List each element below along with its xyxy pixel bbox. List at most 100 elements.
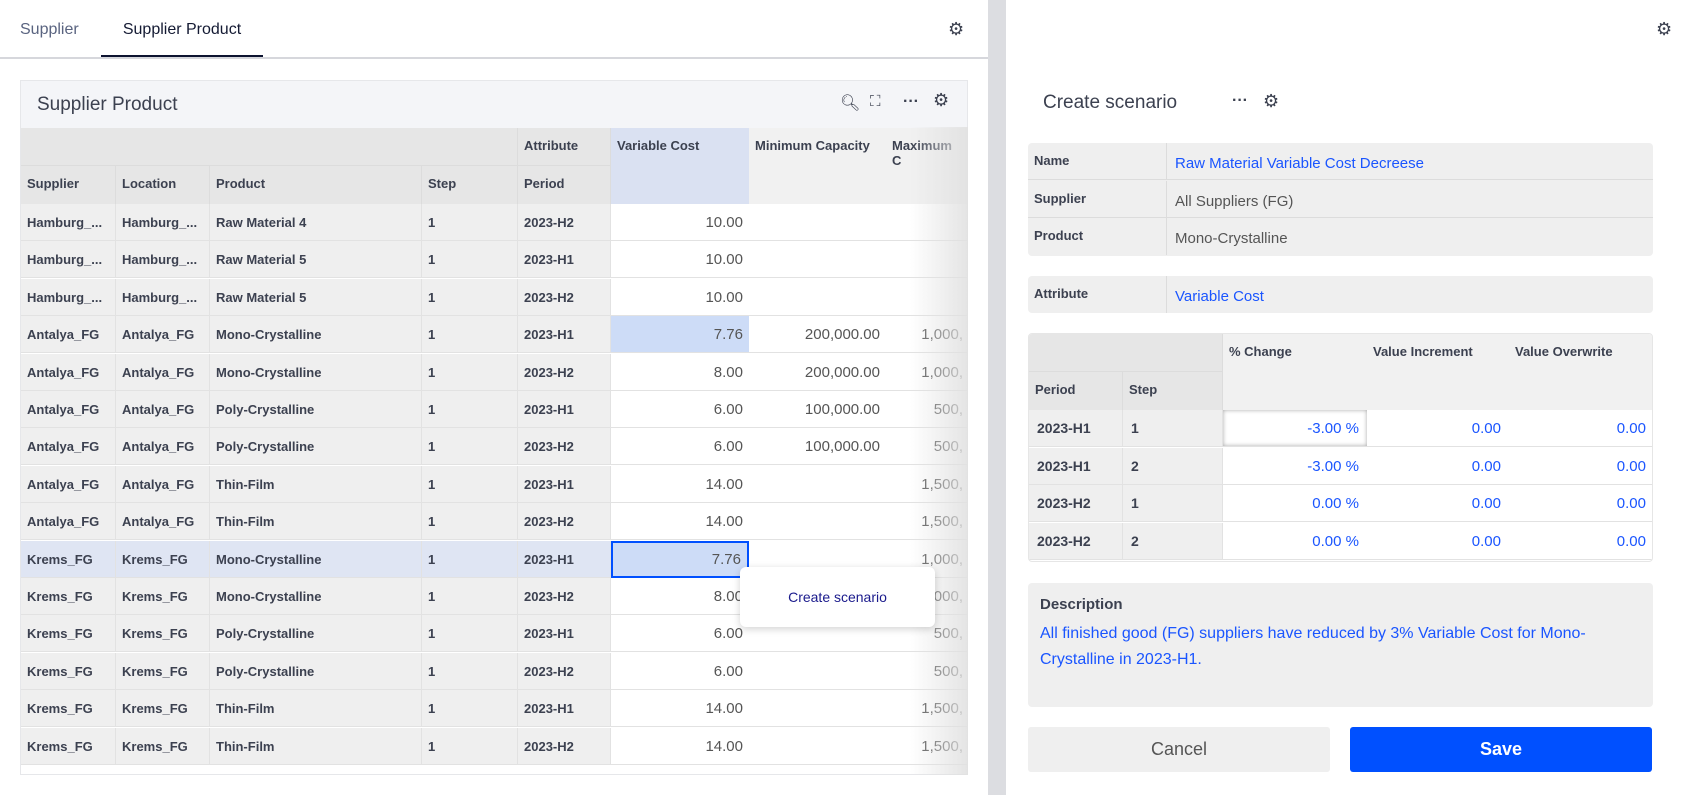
cell-variable-cost[interactable]: 7.76 [611, 540, 749, 578]
cancel-button[interactable]: Cancel [1028, 727, 1330, 772]
cell-variable-cost[interactable]: 7.76 [611, 316, 749, 354]
cell-variable-cost[interactable]: 10.00 [611, 204, 749, 241]
cell-variable-cost[interactable]: 10.00 [611, 241, 749, 279]
cell-minimum-capacity[interactable]: 100,000.00 [749, 391, 886, 428]
column-header-product[interactable]: Product [210, 166, 422, 204]
cell-variable-cost[interactable]: 14.00 [611, 503, 749, 541]
cell-variable-cost[interactable]: 14.00 [611, 727, 749, 765]
cell-step: 1 [422, 727, 518, 765]
cell-minimum-capacity[interactable] [749, 690, 886, 728]
cell-variable-cost[interactable]: 6.00 [611, 428, 749, 466]
cell-period: 2023-H1 [518, 316, 611, 354]
save-button[interactable]: Save [1350, 727, 1652, 772]
cell-period: 2023-H1 [518, 391, 611, 428]
description-text[interactable]: All finished good (FG) suppliers have re… [1040, 621, 1640, 673]
field-row-product: Product Mono-Crystalline [1028, 218, 1653, 256]
column-header-period[interactable]: Period [518, 166, 611, 204]
cell-product: Thin-Film [210, 503, 422, 541]
gear-icon[interactable]: ⚙ [933, 90, 949, 111]
cell-product: Thin-Film [210, 727, 422, 765]
cell-step: 1 [422, 241, 518, 279]
field-row-supplier: Supplier All Suppliers (FG) [1028, 180, 1653, 218]
column-header-step[interactable]: Step [422, 166, 518, 204]
cell-location: Krems_FG [116, 615, 210, 653]
cell-value-overwrite[interactable]: 0.00 [1509, 447, 1652, 485]
cell-percent-change[interactable]: -3.00 % [1223, 410, 1367, 447]
field-row-name: Name Raw Material Variable Cost Decreese [1028, 143, 1653, 180]
more-icon[interactable]: ··· [903, 93, 919, 111]
cell-location: Antalya_FG [116, 391, 210, 428]
cell-step: 1 [422, 428, 518, 466]
cell-supplier: Antalya_FG [21, 503, 116, 541]
cell-value-overwrite[interactable]: 0.00 [1509, 522, 1652, 560]
cell-period: 2023-H2 [518, 353, 611, 391]
cell-product: Mono-Crystalline [210, 353, 422, 391]
column-header-variable-cost[interactable]: Variable Cost [611, 128, 749, 204]
cell-variable-cost[interactable]: 8.00 [611, 353, 749, 391]
cell-minimum-capacity[interactable] [749, 204, 886, 241]
cell-value-increment[interactable]: 0.00 [1367, 410, 1509, 447]
more-icon[interactable]: ··· [1232, 92, 1248, 110]
cell-minimum-capacity[interactable] [749, 278, 886, 316]
scenario-fields: Name Raw Material Variable Cost Decreese S… [1028, 143, 1653, 256]
expand-icon[interactable]: ⛶ [870, 93, 881, 110]
cell-minimum-capacity[interactable] [749, 503, 886, 541]
cell-percent-change[interactable]: 0.00 % [1223, 485, 1367, 523]
cell-variable-cost[interactable]: 6.00 [611, 615, 749, 653]
search-icon[interactable]: 🔍︎ [840, 93, 860, 113]
cell-minimum-capacity[interactable]: 200,000.00 [749, 316, 886, 354]
context-menu-create-scenario[interactable]: Create scenario [740, 567, 935, 627]
cell-minimum-capacity[interactable] [749, 241, 886, 279]
cell-minimum-capacity[interactable] [749, 727, 886, 765]
column-header-period: Period [1029, 372, 1123, 410]
column-header-supplier[interactable]: Supplier [21, 166, 116, 204]
cell-variable-cost[interactable]: 14.00 [611, 465, 749, 503]
cell-value-increment[interactable]: 0.00 [1367, 447, 1509, 485]
cell-product: Mono-Crystalline [210, 578, 422, 615]
cell-location: Hamburg_... [116, 204, 210, 241]
cell-supplier: Antalya_FG [21, 316, 116, 354]
cell-product: Poly-Crystalline [210, 652, 422, 690]
cell-location: Antalya_FG [116, 465, 210, 503]
cell-variable-cost[interactable]: 6.00 [611, 652, 749, 690]
field-value[interactable]: All Suppliers (FG) [1166, 180, 1653, 217]
cell-period: 2023-H1 [1029, 410, 1123, 447]
cell-step: 1 [422, 204, 518, 241]
field-value[interactable]: Mono-Crystalline [1166, 218, 1653, 256]
column-header-location[interactable]: Location [116, 166, 210, 204]
field-value[interactable]: Raw Material Variable Cost Decreese [1166, 143, 1653, 179]
cell-percent-change[interactable]: -3.00 % [1223, 447, 1367, 485]
gear-icon[interactable]: ⚙ [1656, 19, 1672, 40]
cell-variable-cost[interactable]: 10.00 [611, 278, 749, 316]
header-group-blank [21, 128, 518, 166]
cell-period: 2023-H1 [518, 615, 611, 653]
column-header-minimum-capacity[interactable]: Minimum Capacity [749, 128, 886, 204]
cell-variable-cost[interactable]: 6.00 [611, 391, 749, 428]
cell-value-increment[interactable]: 0.00 [1367, 485, 1509, 523]
cell-value-overwrite[interactable]: 0.00 [1509, 410, 1652, 447]
cell-percent-change[interactable]: 0.00 % [1223, 522, 1367, 560]
cell-period: 2023-H2 [1029, 522, 1123, 560]
cell-value-increment[interactable]: 0.00 [1367, 522, 1509, 560]
cell-supplier: Krems_FG [21, 690, 116, 728]
cell-value-overwrite[interactable]: 0.00 [1509, 485, 1652, 523]
attribute-value[interactable]: Variable Cost [1166, 276, 1653, 313]
cell-minimum-capacity[interactable] [749, 652, 886, 690]
cell-variable-cost[interactable]: 14.00 [611, 690, 749, 728]
cell-minimum-capacity[interactable]: 100,000.00 [749, 428, 886, 466]
cell-location: Krems_FG [116, 540, 210, 578]
tab-supplier[interactable]: Supplier [20, 18, 79, 58]
cell-step: 1 [422, 615, 518, 653]
cell-variable-cost[interactable]: 8.00 [611, 578, 749, 615]
cell-product: Poly-Crystalline [210, 428, 422, 466]
gear-icon[interactable]: ⚙ [948, 19, 964, 40]
tab-supplier-product[interactable]: Supplier Product [101, 18, 263, 58]
panel-splitter[interactable] [988, 0, 1006, 795]
cell-minimum-capacity[interactable] [749, 465, 886, 503]
cell-location: Antalya_FG [116, 316, 210, 354]
cell-minimum-capacity[interactable]: 200,000.00 [749, 353, 886, 391]
cell-location: Krems_FG [116, 578, 210, 615]
gear-icon[interactable]: ⚙ [1263, 91, 1279, 112]
field-label: Supplier [1034, 190, 1087, 206]
cell-period: 2023-H1 [1029, 447, 1123, 485]
